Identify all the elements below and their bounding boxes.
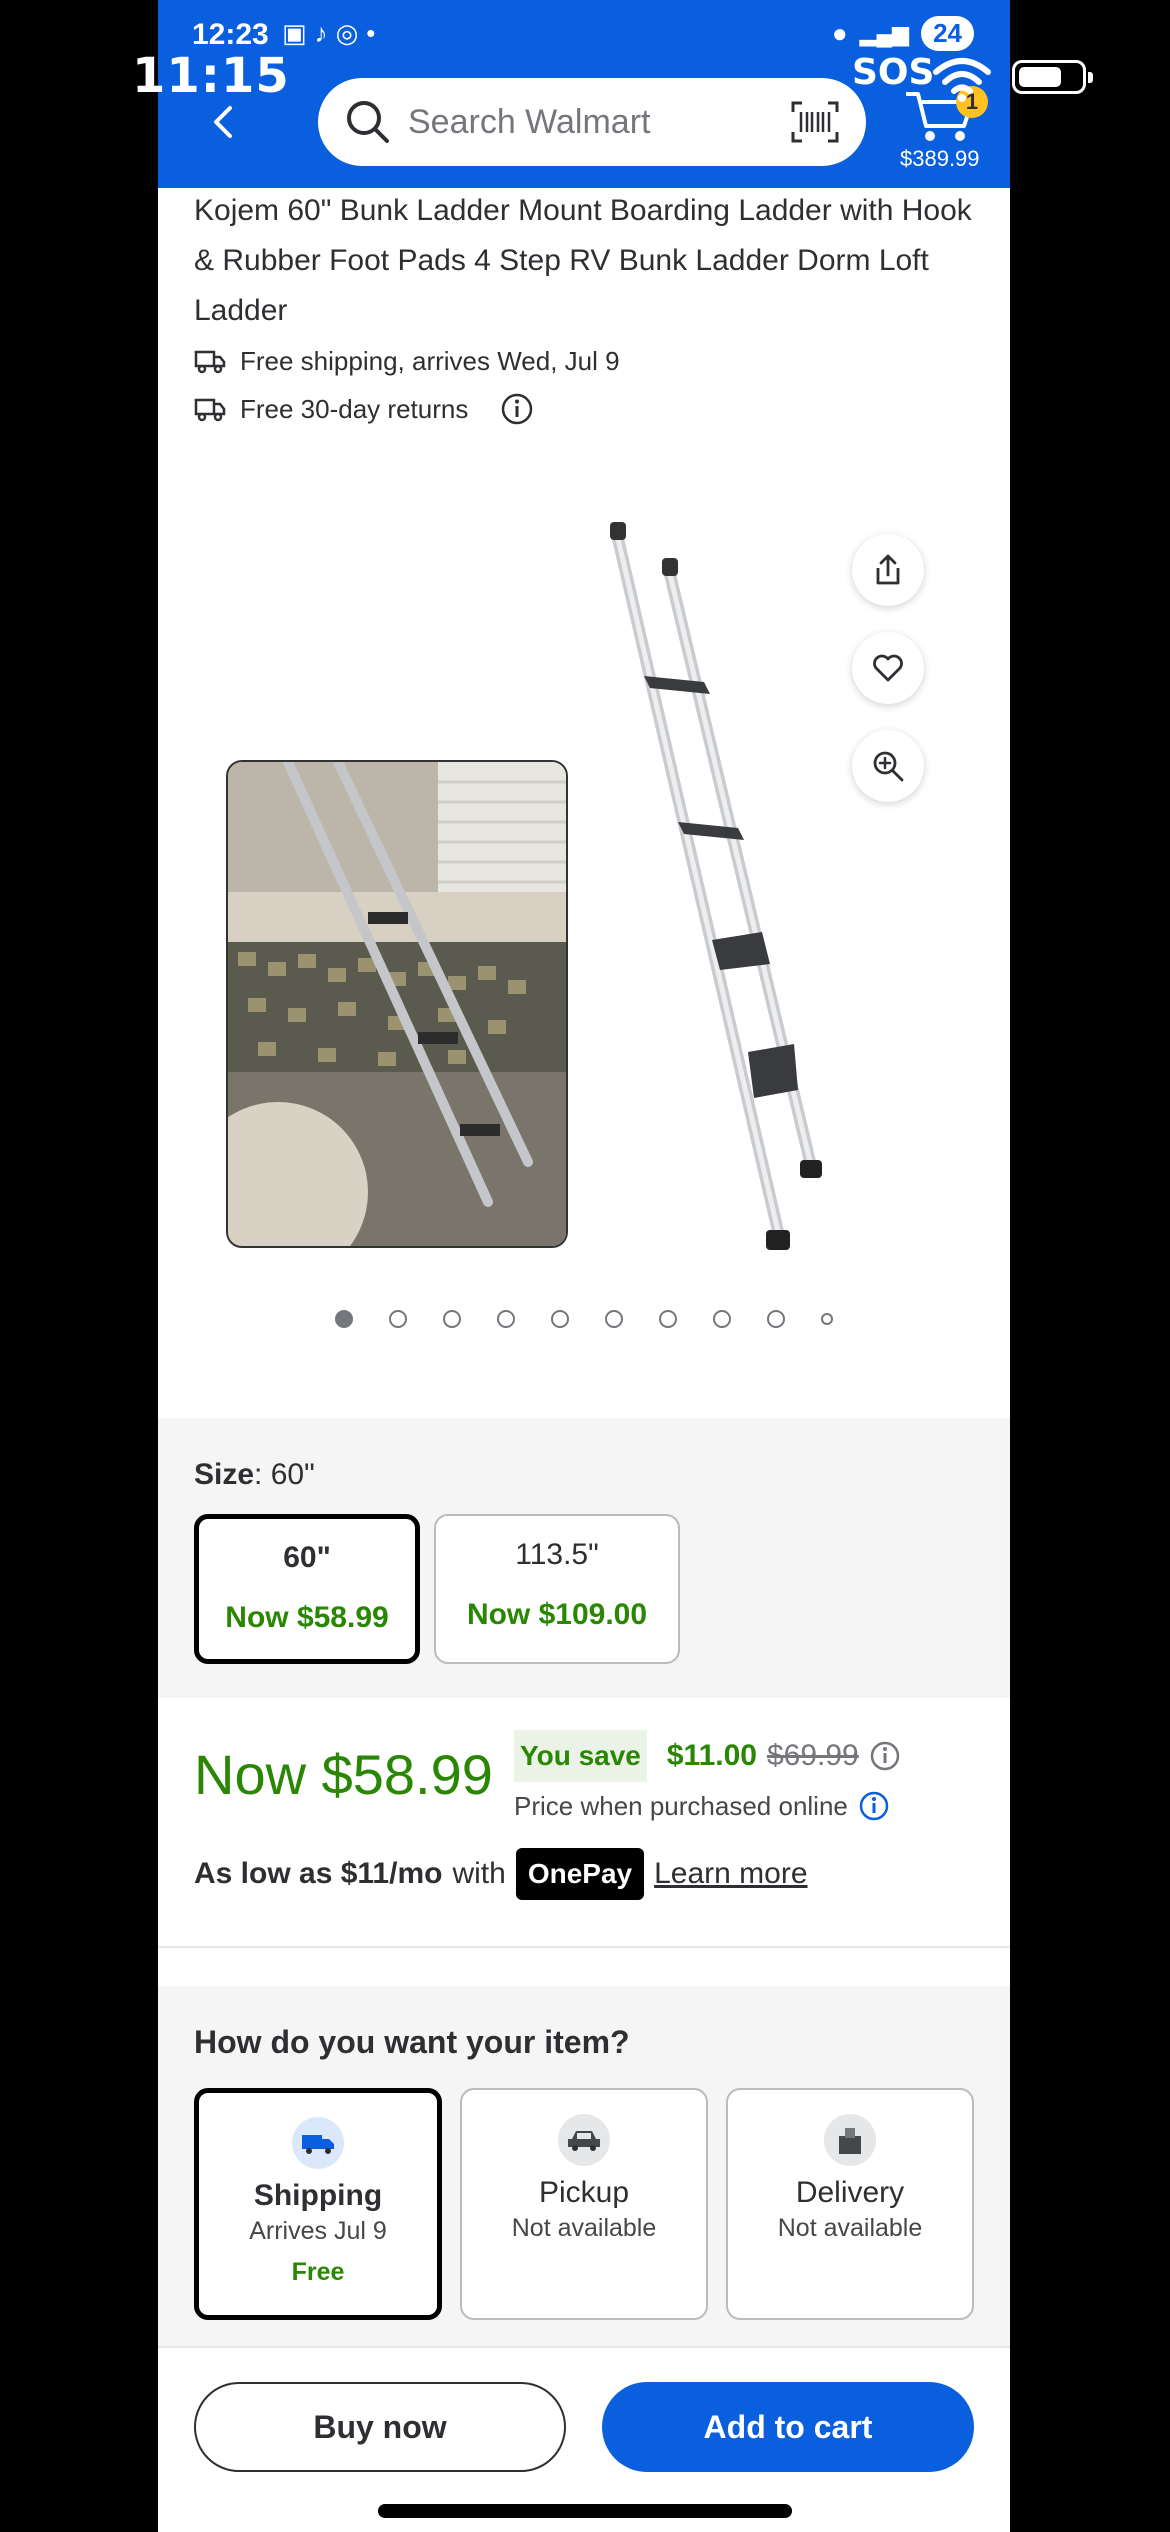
price-block: Now $58.99 You save $11.00 $69.99 Price …	[158, 1698, 1010, 1948]
option-name: Pickup	[538, 2176, 630, 2209]
size-label: Size: 60"	[194, 1458, 315, 1492]
buy-now-button[interactable]: Buy now	[194, 2382, 566, 2472]
gallery-dot[interactable]	[443, 1310, 461, 1328]
online-price-note: Price when purchased online	[514, 1790, 890, 1822]
was-price: $69.99	[766, 1739, 859, 1772]
search-placeholder: Search Walmart	[408, 102, 651, 141]
fulfillment-options: How do you want your item? Shipping Arri…	[158, 1986, 1010, 2346]
gallery-dot[interactable]	[335, 1310, 353, 1328]
size-option-size: 60"	[283, 1541, 331, 1574]
save-amount: $11.00	[666, 1739, 757, 1772]
you-save-badge: You save	[514, 1730, 647, 1782]
signal-icon: ▂▄▆	[859, 20, 910, 46]
option-sub: Arrives Jul 9	[249, 2217, 387, 2245]
returns-text: Free 30-day returns	[240, 393, 469, 424]
shipping-info: Free shipping, arrives Wed, Jul 9	[194, 346, 620, 377]
barcode-scan-icon[interactable]	[790, 100, 840, 144]
current-price: Now $58.99	[194, 1743, 493, 1806]
bottom-action-bar: Buy now Add to cart	[158, 2346, 1010, 2532]
option-name: Delivery	[795, 2176, 905, 2209]
option-sub: Not available	[777, 2214, 923, 2242]
zoom-in-icon	[873, 751, 904, 782]
cart-total: $389.99	[900, 146, 980, 171]
with-text: with	[452, 1857, 506, 1890]
search-input[interactable]: Search Walmart	[318, 78, 866, 166]
share-icon	[876, 554, 900, 585]
option-free: Free	[291, 2258, 345, 2286]
battery-icon	[1012, 60, 1093, 94]
wifi-icon	[933, 58, 991, 102]
gallery-dot[interactable]	[659, 1310, 677, 1328]
size-option-price: Now $58.99	[225, 1601, 389, 1634]
online-note-text: Price when purchased online	[514, 1790, 848, 1821]
info-icon[interactable]	[858, 1790, 890, 1822]
gallery-dot[interactable]	[389, 1310, 407, 1328]
gallery-dot[interactable]	[767, 1310, 785, 1328]
sos-indicator: SOS	[852, 52, 935, 93]
gallery-pagination[interactable]	[158, 1310, 1010, 1328]
savings-line: You save $11.00 $69.99	[514, 1730, 901, 1782]
returns-truck-icon	[194, 398, 226, 422]
home-indicator[interactable]	[378, 2504, 792, 2518]
battery-badge: 24	[921, 16, 974, 51]
learn-more-link[interactable]: Learn more	[654, 1857, 807, 1891]
favorite-button[interactable]	[852, 632, 924, 704]
delivery-box-icon	[824, 2114, 876, 2166]
add-to-cart-button[interactable]: Add to cart	[602, 2382, 974, 2472]
shipping-truck-icon	[292, 2117, 344, 2169]
share-button[interactable]	[852, 534, 924, 606]
product-title: Kojem 60" Bunk Ladder Mount Boarding Lad…	[194, 194, 972, 327]
status-time: 12:23	[192, 18, 269, 51]
size-label-key: Size	[194, 1458, 255, 1491]
option-sub: Not available	[511, 2214, 657, 2242]
fulfillment-title: How do you want your item?	[194, 2024, 630, 2060]
ladder-in-use-photo	[226, 760, 568, 1248]
size-selector: Size: 60" 60" Now $58.99 113.5" Now $109…	[158, 1418, 1010, 1698]
product-image-gallery[interactable]	[158, 470, 1010, 1370]
zoom-button[interactable]	[852, 730, 924, 802]
size-option-113[interactable]: 113.5" Now $109.00	[434, 1514, 680, 1664]
back-chevron-icon[interactable]	[204, 100, 244, 144]
returns-info: Free 30-day returns	[194, 392, 534, 426]
heart-icon	[873, 654, 903, 682]
size-option-60[interactable]: 60" Now $58.99	[194, 1514, 420, 1664]
truck-icon	[194, 350, 226, 373]
size-selected-value: : 60"	[254, 1458, 315, 1491]
shipping-text: Free shipping, arrives Wed, Jul 9	[240, 346, 620, 376]
screen-record-icon: ▣	[282, 18, 307, 48]
status-right-icons: ● ▂▄▆ 24	[832, 16, 974, 51]
inset-photo-scene	[228, 762, 566, 1246]
more-dot-icon: •	[366, 18, 376, 48]
gallery-dot[interactable]	[713, 1310, 731, 1328]
info-icon[interactable]	[500, 392, 534, 426]
size-option-size: 113.5"	[515, 1538, 599, 1571]
gallery-dot[interactable]	[551, 1310, 569, 1328]
gallery-dot[interactable]	[821, 1313, 833, 1325]
size-option-price: Now $109.00	[466, 1598, 648, 1631]
tiktok-icon: ♪	[314, 18, 328, 48]
search-icon	[347, 101, 389, 143]
shipping-option[interactable]: Shipping Arrives Jul 9 Free	[194, 2088, 442, 2320]
phone-frame: 11:15 SOS 12:23 ▣ ♪ ◎ • ● ▂▄▆ 24 Search …	[0, 0, 1170, 2532]
instagram-icon: ◎	[335, 18, 359, 48]
gallery-dot[interactable]	[605, 1310, 623, 1328]
gallery-dot[interactable]	[497, 1310, 515, 1328]
pickup-option[interactable]: Pickup Not available	[460, 2088, 708, 2320]
onepay-logo: OnePay	[515, 1848, 645, 1900]
option-name: Shipping	[253, 2179, 383, 2212]
financing-line: As low as $11/mo with OnePay Learn more	[194, 1848, 808, 1900]
as-low-as-text: As low as $11/mo	[194, 1857, 443, 1890]
outer-status-time: 11:15	[132, 48, 290, 104]
location-icon: ●	[831, 18, 848, 48]
notification-icons: ▣ ♪ ◎ •	[282, 18, 375, 49]
info-icon[interactable]	[869, 1740, 901, 1772]
pickup-car-icon	[558, 2114, 610, 2166]
app-screen: 12:23 ▣ ♪ ◎ • ● ▂▄▆ 24 Search Walmart 1 …	[158, 0, 1010, 2532]
delivery-option[interactable]: Delivery Not available	[726, 2088, 974, 2320]
